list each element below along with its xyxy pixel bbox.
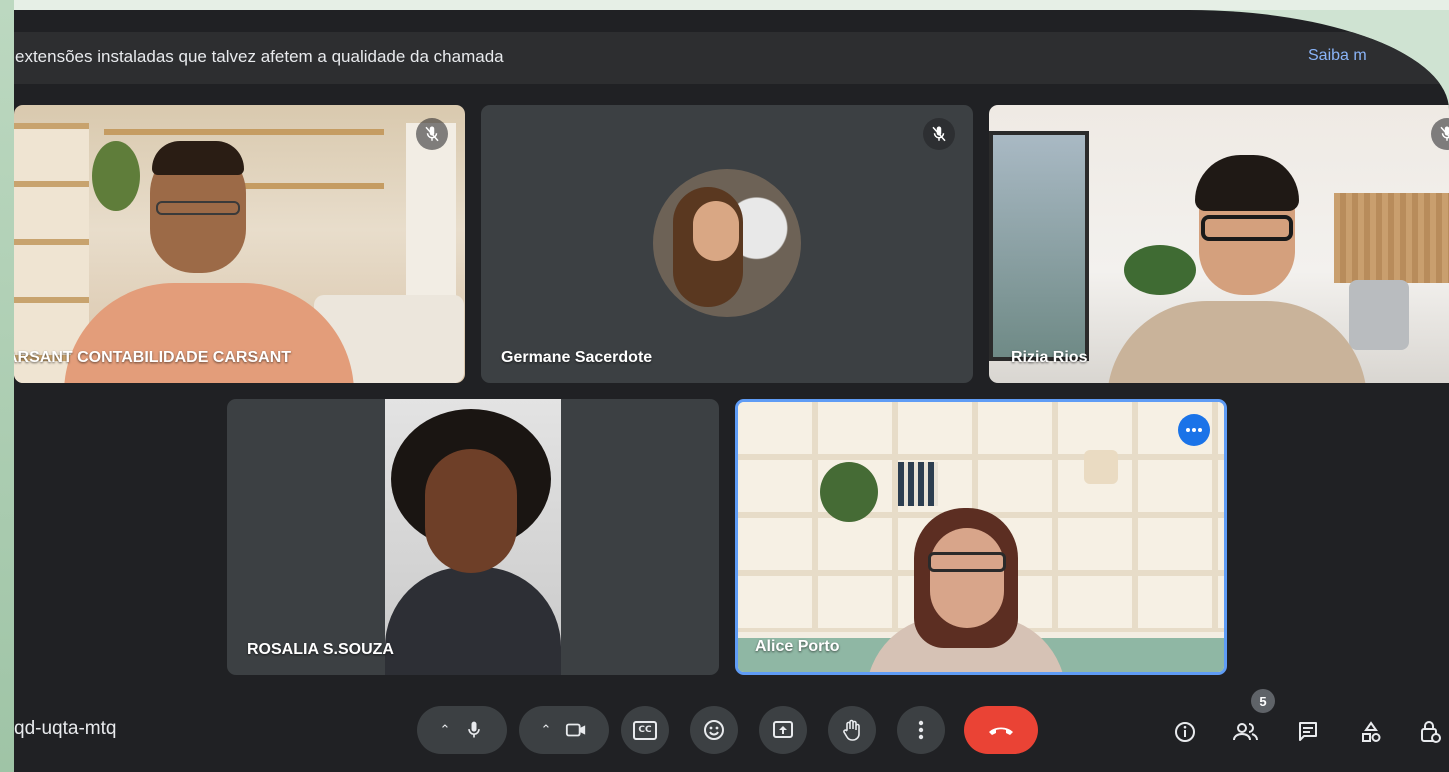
participant-name: ROSALIA S.SOUZA [247, 641, 394, 658]
participant-tile[interactable]: ARSANT CONTABILIDADE CARSANT [14, 105, 465, 383]
wall-shelf [234, 183, 384, 189]
people-count-badge: 5 [1251, 689, 1275, 713]
person-top [1107, 301, 1367, 383]
participant-tile[interactable]: ROSALIA S.SOUZA [227, 399, 719, 675]
activities-button[interactable] [1354, 715, 1388, 749]
host-controls-button[interactable] [1413, 715, 1447, 749]
chevron-up-icon[interactable]: ⌃ [541, 722, 552, 738]
shapes-icon [1362, 721, 1381, 742]
people-button[interactable] [1229, 715, 1263, 749]
participant-name: ARSANT CONTABILIDADE CARSANT [14, 349, 292, 366]
mic-off-icon [932, 126, 946, 142]
meeting-code: qd-uqta-mtq [14, 718, 117, 739]
chat-icon [1299, 722, 1317, 741]
window [989, 131, 1089, 361]
raise-hand-button[interactable] [828, 706, 876, 754]
participant-name: Alice Porto [755, 638, 840, 655]
background-strip [0, 0, 14, 772]
glasses [156, 201, 240, 215]
avatar [653, 169, 801, 317]
leave-call-button[interactable] [964, 706, 1038, 754]
chat-button[interactable] [1291, 715, 1325, 749]
mic-off-indicator [923, 118, 955, 150]
hand-icon [843, 719, 860, 741]
video-feed [385, 399, 561, 675]
plant [1124, 245, 1196, 295]
people-icon [1233, 723, 1258, 741]
extensions-banner: extensões instaladas que talvez afetem a… [14, 32, 1449, 84]
learn-more-link[interactable]: Saiba m [1308, 47, 1367, 65]
present-icon [773, 721, 793, 738]
participant-name: Germane Sacerdote [501, 349, 653, 366]
lamp [1084, 450, 1118, 484]
mic-control[interactable]: ⌃ [417, 706, 507, 754]
mic-icon[interactable] [464, 719, 484, 741]
glasses [928, 552, 1006, 572]
mic-off-icon [1440, 126, 1449, 141]
person-body [385, 567, 561, 675]
person-face [930, 528, 1004, 628]
books [898, 462, 938, 506]
more-horiz-icon [1186, 428, 1202, 432]
chevron-up-icon[interactable]: ⌃ [440, 722, 451, 738]
present-button[interactable] [759, 706, 807, 754]
participant-tile[interactable]: Germane Sacerdote [481, 105, 973, 383]
emoji-button[interactable] [690, 706, 738, 754]
meet-window: extensões instaladas que talvez afetem a… [14, 10, 1449, 772]
mic-off-indicator [416, 118, 448, 150]
background-top [0, 0, 1449, 10]
participant-name: Rizia Rios [1011, 349, 1088, 366]
more-options-button[interactable] [897, 706, 945, 754]
more-options-button[interactable] [1178, 414, 1210, 446]
person-hair [152, 141, 244, 175]
emoji-icon [704, 720, 724, 740]
captions-icon: CC [633, 720, 657, 740]
captions-button[interactable]: CC [621, 706, 669, 754]
glasses [1201, 215, 1293, 241]
banner-text: extensões instaladas que talvez afetem a… [15, 47, 504, 66]
plant [92, 141, 140, 211]
lock-person-icon [1421, 721, 1441, 743]
wood-wall [1334, 193, 1449, 283]
more-vert-icon [918, 720, 924, 740]
info-icon [1175, 722, 1195, 742]
participant-tile-active[interactable]: Alice Porto [735, 399, 1227, 675]
call-end-icon [989, 727, 1013, 735]
mic-off-icon [425, 126, 439, 142]
wall-shelf [104, 129, 384, 135]
plant [820, 462, 878, 522]
person-hair [1195, 155, 1299, 211]
participant-tile[interactable]: Rizia Rios [989, 105, 1449, 383]
camera-control[interactable]: ⌃ [519, 706, 609, 754]
mic-off-indicator [1431, 118, 1449, 150]
meeting-info-button[interactable] [1168, 715, 1202, 749]
videocam-icon[interactable] [565, 721, 587, 739]
chair [1349, 280, 1409, 350]
person-face [425, 449, 517, 573]
person-shirt [64, 283, 354, 383]
